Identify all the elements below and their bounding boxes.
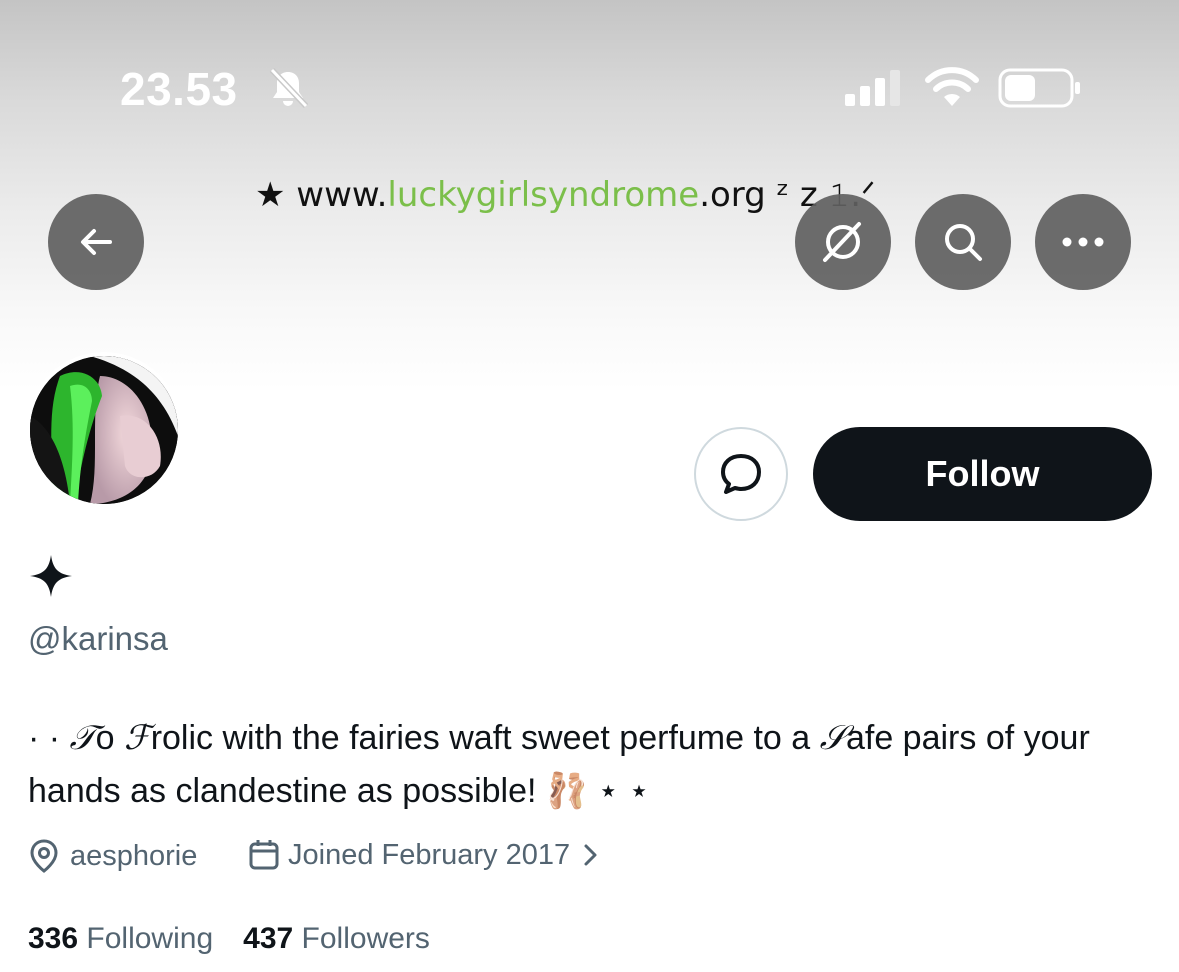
wifi-icon	[925, 67, 979, 106]
back-button[interactable]	[48, 194, 144, 290]
battery-icon	[998, 68, 1080, 108]
profile-banner[interactable]: ★ www.luckygirlsyndrome.org ᶻ z 𝟷.ᐟ	[0, 0, 1179, 390]
search-button[interactable]	[915, 194, 1011, 290]
following-link[interactable]: 336 Following	[28, 922, 213, 955]
following-label: Following	[86, 922, 214, 955]
bell-mute-icon	[269, 67, 309, 109]
grok-button[interactable]	[795, 194, 891, 290]
followers-link[interactable]: 437 Followers	[243, 922, 430, 955]
avatar[interactable]	[26, 352, 182, 508]
four-point-star-icon	[30, 555, 72, 597]
profile-stats: 336 Following 437 Followers	[28, 922, 430, 956]
signal-icon	[845, 70, 900, 106]
followers-count: 437	[243, 922, 294, 955]
profile-location: aesphorie	[28, 838, 197, 874]
profile-joined[interactable]: Joined February 2017	[248, 838, 602, 872]
location-pin-icon	[30, 839, 58, 873]
search-icon	[945, 224, 982, 261]
calendar-icon	[249, 840, 279, 870]
more-icon	[1062, 237, 1104, 247]
following-count: 336	[28, 922, 79, 955]
message-button[interactable]	[694, 427, 788, 521]
follow-button[interactable]: Follow	[813, 427, 1152, 521]
profile-handle: @karinsa	[28, 620, 168, 657]
banner-text: ★ www.luckygirlsyndrome.org ᶻ z 𝟷.ᐟ	[255, 175, 876, 215]
grok-icon	[823, 222, 861, 262]
arrow-left-icon	[81, 229, 112, 255]
profile-bio: · · 𝒯o ℱrolic with the fairies waft swee…	[28, 718, 1090, 810]
message-icon	[721, 454, 761, 494]
avatar-image	[30, 356, 178, 504]
chevron-right-icon	[584, 844, 597, 866]
more-button[interactable]	[1035, 194, 1131, 290]
profile-page: ★ www.luckygirlsyndrome.org ᶻ z 𝟷.ᐟ 23.5…	[0, 0, 1179, 972]
banner-highlight: luckygirlsyndrome	[387, 175, 700, 215]
status-time: 23.53	[120, 63, 238, 115]
followers-label: Followers	[301, 922, 430, 955]
